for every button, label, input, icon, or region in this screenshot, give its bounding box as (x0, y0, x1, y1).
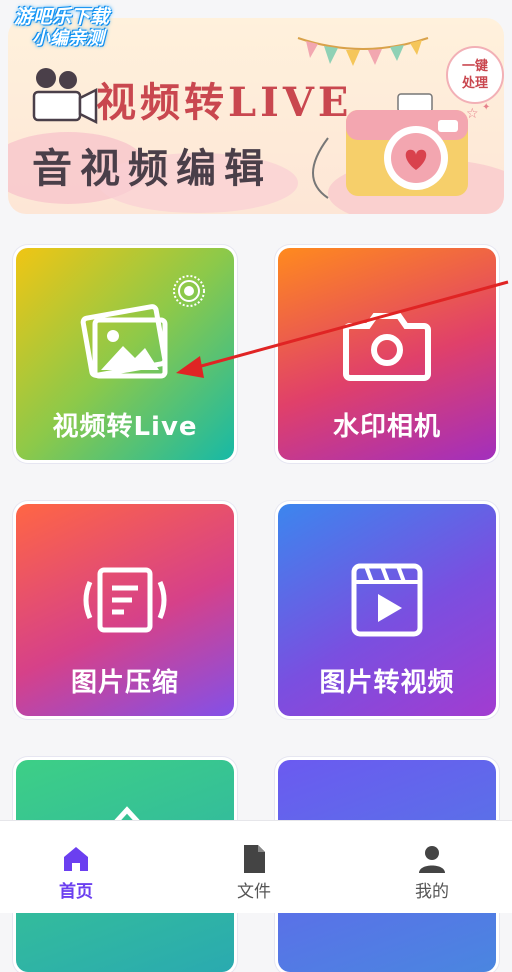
banner-badge: 一键 处理 (446, 46, 504, 104)
card-image-compress[interactable]: 图片压缩 (16, 504, 234, 716)
compress-icon (16, 560, 234, 644)
nav-label: 文件 (237, 882, 271, 902)
svg-text:☆: ☆ (466, 106, 479, 122)
badge-line-1: 一键 (461, 59, 488, 74)
nav-label: 首页 (59, 882, 93, 902)
badge-line-2: 处理 (461, 76, 488, 91)
bottom-nav: 首页 文件 我的 (0, 820, 512, 913)
video-clapper-icon (278, 560, 496, 644)
card-label: 图片转视频 (319, 668, 455, 698)
card-video-to-live[interactable]: 视频转Live (16, 248, 234, 460)
card-label: 图片压缩 (70, 668, 179, 698)
nav-item-files[interactable]: 文件 (194, 821, 314, 913)
nav-label: 我的 (415, 882, 449, 902)
camera-icon (278, 304, 496, 388)
live-icon (173, 275, 205, 307)
card-watermark-camera[interactable]: 水印相机 (278, 248, 496, 460)
watermark-line2: 小编亲测 (32, 28, 104, 49)
svg-text:✦: ✦ (482, 102, 490, 113)
watermark: 游吧乐下载 小编亲测 (14, 6, 109, 50)
photos-icon (16, 304, 234, 388)
file-icon (244, 845, 265, 873)
home-icon (64, 847, 88, 871)
card-image-to-video[interactable]: 图片转视频 (278, 504, 496, 716)
card-label: 视频转Live (52, 412, 198, 442)
banner-title-1: 视频转LIVE (96, 79, 353, 126)
banner-title-2: 音视频编辑 (32, 145, 272, 192)
watermark-line1: 游吧乐下载 (14, 6, 110, 28)
card-label: 水印相机 (332, 412, 441, 442)
user-icon (419, 846, 445, 873)
nav-item-me[interactable]: 我的 (372, 821, 492, 913)
nav-item-home[interactable]: 首页 (16, 821, 136, 913)
